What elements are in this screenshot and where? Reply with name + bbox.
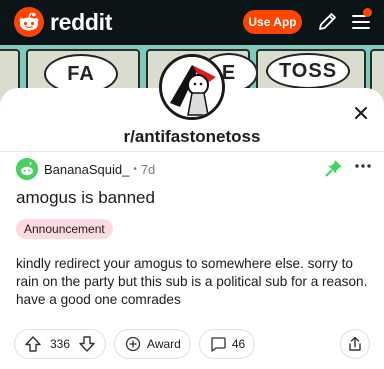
community-name[interactable]: r/antifastonetoss <box>0 127 384 147</box>
close-icon <box>355 107 367 119</box>
reddit-logo[interactable]: reddit <box>14 7 112 37</box>
brand-name: reddit <box>50 8 113 35</box>
share-button[interactable] <box>340 329 370 359</box>
pencil-icon[interactable] <box>314 9 340 35</box>
post-title[interactable]: amogus is banned <box>16 188 155 208</box>
more-options-icon[interactable] <box>352 156 374 176</box>
pin-icon <box>324 158 344 178</box>
post-age: 7d <box>140 161 156 177</box>
banner-word: FA <box>67 62 95 85</box>
comment-icon <box>209 335 227 353</box>
use-app-button[interactable]: Use App <box>243 10 302 34</box>
award-button[interactable]: Award <box>114 329 191 359</box>
meta-separator: • <box>133 163 137 175</box>
community-avatar[interactable] <box>159 54 225 120</box>
share-icon <box>349 336 361 351</box>
reddit-logo-icon <box>14 7 44 37</box>
banner-word: TOSS <box>278 59 338 82</box>
top-nav: reddit Use App <box>0 0 384 45</box>
post-actions: 336 Award 46 <box>14 329 263 359</box>
close-button[interactable] <box>348 100 374 126</box>
downvote-icon[interactable] <box>78 335 96 353</box>
mobile-page: reddit Use App FA E TOSS r/antifastoneto… <box>0 0 384 369</box>
vote-control: 336 <box>14 329 107 359</box>
speech-bubble: TOSS <box>266 53 350 89</box>
post-body: kindly redirect your amogus to somewhere… <box>16 256 368 307</box>
award-label: Award <box>147 337 181 351</box>
comment-count: 46 <box>231 337 246 351</box>
post-meta: BananaSquid_ • 7d <box>16 158 155 180</box>
divider <box>0 151 384 152</box>
author-name[interactable]: BananaSquid_ <box>44 162 129 177</box>
award-icon <box>124 335 142 353</box>
vote-score: 336 <box>50 337 71 351</box>
post-flair[interactable]: Announcement <box>16 219 113 239</box>
comments-button[interactable]: 46 <box>198 329 256 359</box>
notification-dot <box>363 8 372 17</box>
user-avatar[interactable] <box>16 158 38 180</box>
upvote-icon[interactable] <box>24 335 42 353</box>
